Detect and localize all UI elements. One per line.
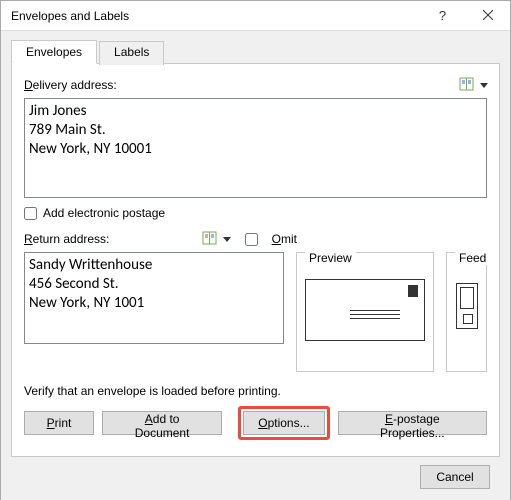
- omit-label: Omit: [272, 232, 297, 246]
- close-icon: [483, 9, 493, 23]
- window-title: Envelopes and Labels: [11, 9, 420, 23]
- titlebar: Envelopes and Labels ?: [1, 1, 510, 31]
- options-highlight: Options...: [238, 406, 329, 440]
- dialog-window: Envelopes and Labels ? Envelopes Labels: [0, 0, 511, 500]
- envelope-preview-icon: [305, 279, 425, 341]
- epostage-properties-button[interactable]: E-postage Properties...: [338, 411, 487, 435]
- delivery-address-label: Delivery address:: [24, 78, 117, 92]
- chevron-down-icon: [480, 83, 488, 88]
- close-button[interactable]: [465, 1, 510, 31]
- electronic-postage-label: Add electronic postage: [43, 206, 165, 220]
- help-icon: ?: [439, 8, 446, 23]
- feed-group[interactable]: Feed: [446, 252, 487, 372]
- help-button[interactable]: ?: [420, 1, 465, 31]
- return-address-label: Return address:: [24, 232, 109, 246]
- omit-checkbox[interactable]: [245, 233, 258, 246]
- tab-labels[interactable]: Labels: [99, 41, 164, 65]
- return-address-wrap: [24, 252, 284, 372]
- return-address-book-button[interactable]: [203, 228, 231, 250]
- cancel-button[interactable]: Cancel: [420, 465, 490, 489]
- return-address-input[interactable]: [24, 252, 284, 344]
- verify-note: Verify that an envelope is loaded before…: [24, 384, 487, 398]
- electronic-postage-row: Add electronic postage: [24, 206, 487, 220]
- feed-orientation-icon: [456, 283, 478, 329]
- tab-content-envelopes: Delivery address:: [12, 64, 499, 456]
- delivery-address-book-button[interactable]: [459, 74, 487, 96]
- return-address-header: Return address:: [24, 228, 487, 250]
- lower-section: Preview Feed: [24, 252, 487, 372]
- chevron-down-icon: [223, 237, 231, 242]
- address-book-icon: [459, 77, 475, 94]
- delivery-address-input[interactable]: [24, 98, 487, 198]
- dialog-footer: Cancel: [11, 457, 500, 497]
- print-button[interactable]: Print: [24, 411, 94, 435]
- tab-envelopes[interactable]: Envelopes: [11, 40, 97, 64]
- delivery-address-header: Delivery address:: [24, 74, 487, 96]
- preview-group[interactable]: Preview: [296, 252, 434, 372]
- dialog-body: Envelopes Labels Delivery address:: [1, 31, 510, 500]
- add-to-document-button[interactable]: Add to Document: [102, 411, 222, 435]
- button-row: Print Add to Document Options... E-posta…: [24, 406, 487, 440]
- preview-legend: Preview: [305, 251, 356, 265]
- electronic-postage-checkbox[interactable]: [24, 207, 37, 220]
- tabs-container: Envelopes Labels Delivery address:: [11, 63, 500, 457]
- address-book-icon: [202, 231, 218, 248]
- tabstrip: Envelopes Labels: [11, 40, 499, 64]
- options-button[interactable]: Options...: [243, 411, 324, 435]
- feed-legend: Feed: [455, 251, 490, 265]
